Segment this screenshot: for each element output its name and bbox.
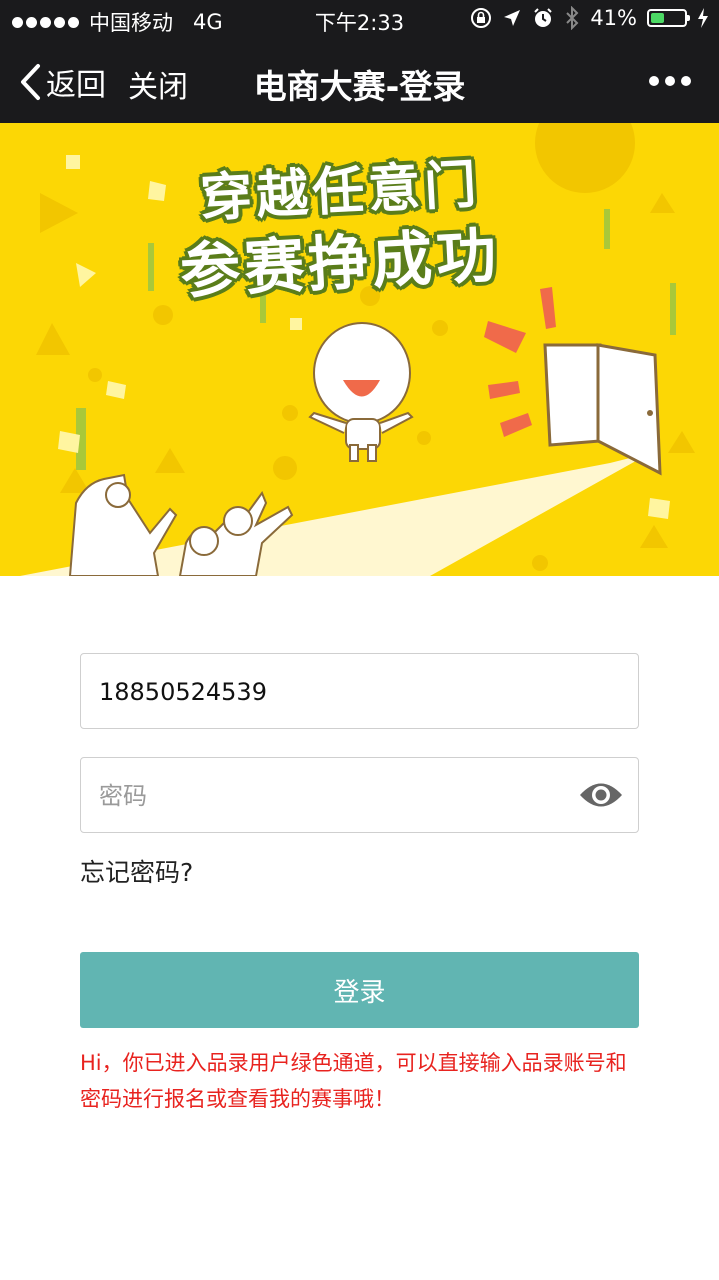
alarm-icon xyxy=(534,8,553,27)
password-field[interactable] xyxy=(80,757,639,833)
eye-icon[interactable] xyxy=(578,776,624,814)
back-label: 返回 xyxy=(46,68,106,103)
battery-percent: 41% xyxy=(590,6,637,30)
location-arrow-icon xyxy=(504,10,521,26)
green-channel-notice: Hi，你已进入品录用户绿色通道，可以直接输入品录账号和密码进行报名或查看我的赛事… xyxy=(80,1051,627,1111)
phone-input[interactable] xyxy=(97,654,571,729)
forgot-password-link[interactable]: 忘记密码? xyxy=(80,853,193,889)
bolt-icon xyxy=(698,8,708,28)
page-title: 电商大赛-登录 xyxy=(253,67,466,106)
more-dots-icon[interactable] xyxy=(649,76,691,86)
login-button[interactable]: 登录 xyxy=(80,952,639,1028)
status-bar: 中国移动 4G 下午2:33 41% xyxy=(0,0,719,40)
banner-headline-2: 参赛挣成功 xyxy=(178,220,502,308)
battery-fill xyxy=(651,13,664,23)
nav-bar: 返回 关闭 电商大赛-登录 xyxy=(0,40,719,123)
banner: 穿越任意门 参赛挣成功 xyxy=(0,123,719,576)
back-button[interactable]: 返回 xyxy=(18,60,106,104)
chevron-left-icon xyxy=(21,64,40,100)
phone-field[interactable] xyxy=(80,653,639,729)
close-button[interactable]: 关闭 xyxy=(128,62,188,106)
lock-rotation-icon xyxy=(471,8,492,28)
password-input[interactable] xyxy=(97,758,571,833)
battery-icon xyxy=(647,9,690,27)
status-right: 41% xyxy=(470,6,709,30)
bluetooth-icon xyxy=(566,6,579,30)
